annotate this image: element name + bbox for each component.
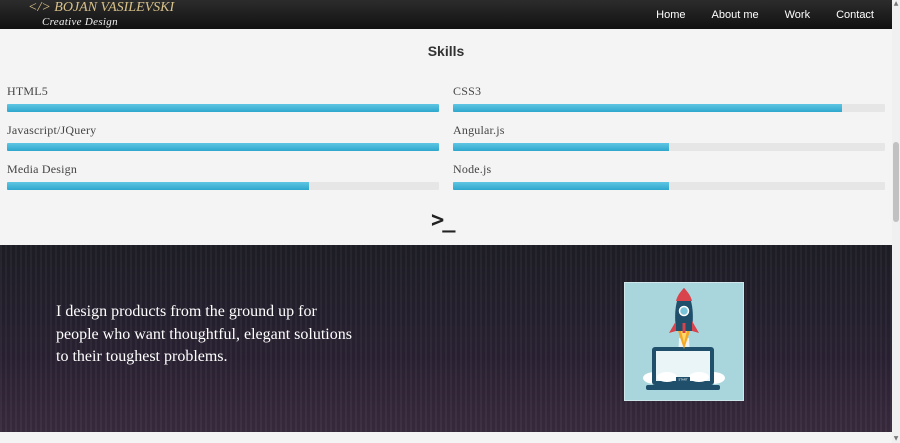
hero-tagline: I design products from the ground up for… [56,303,352,365]
skill-bar-track [7,182,439,190]
skill-media-design: Media Design [7,162,439,190]
nav-contact[interactable]: Contact [836,9,874,21]
skill-bar-fill [7,143,439,151]
skill-angularjs: Angular.js [453,123,885,151]
skill-name: HTML5 [7,84,48,98]
site-logo[interactable]: </> BOJAN VASILEVSKI Creative Design [28,0,175,28]
main-nav: Home About me Work Contact [630,0,874,29]
skill-javascript-jquery: Javascript/JQuery [7,123,439,151]
skills-heading: Skills [427,43,465,59]
terminal-prompt-icon: >_ [431,208,455,233]
skill-bar-fill [453,143,669,151]
skill-bar-track [7,143,439,151]
skill-bar-track [453,182,885,190]
skill-bar-fill [7,182,310,190]
skill-bar-track [453,104,885,112]
skill-name: CSS3 [453,84,482,98]
logo-subtitle: Creative Design [42,16,118,28]
logo-title: </> BOJAN VASILEVSKI [28,0,175,15]
skill-bar-fill [453,182,669,190]
rocket-laptop-illustration: START [624,282,744,401]
laptop-start-label: START [678,378,687,382]
skill-bar-track [453,143,885,151]
skill-bar-fill [453,104,842,112]
skill-name: Media Design [7,162,78,176]
top-navbar: </> BOJAN VASILEVSKI Creative Design Hom… [0,0,892,29]
skill-bar-fill [7,104,439,112]
skill-bar-track [7,104,439,112]
skill-nodejs: Node.js [453,162,885,190]
nav-home[interactable]: Home [656,9,685,21]
bottom-strip [0,432,892,443]
rocket-icon: START [643,288,725,390]
skill-name: Javascript/JQuery [7,123,97,137]
nav-work[interactable]: Work [785,9,810,21]
skill-name: Node.js [453,162,492,176]
hero-section: I design products from the ground up for… [0,245,892,432]
scroll-down-arrow-icon[interactable]: ▼ [892,435,900,443]
nav-about-me[interactable]: About me [712,9,759,21]
scroll-thumb[interactable] [893,142,899,222]
skill-css3: CSS3 [453,84,885,112]
page-scrollbar[interactable]: ▲ ▼ [892,0,900,443]
skill-html5: HTML5 [7,84,439,112]
skill-name: Angular.js [453,123,505,137]
scroll-up-arrow-icon[interactable]: ▲ [892,0,900,8]
